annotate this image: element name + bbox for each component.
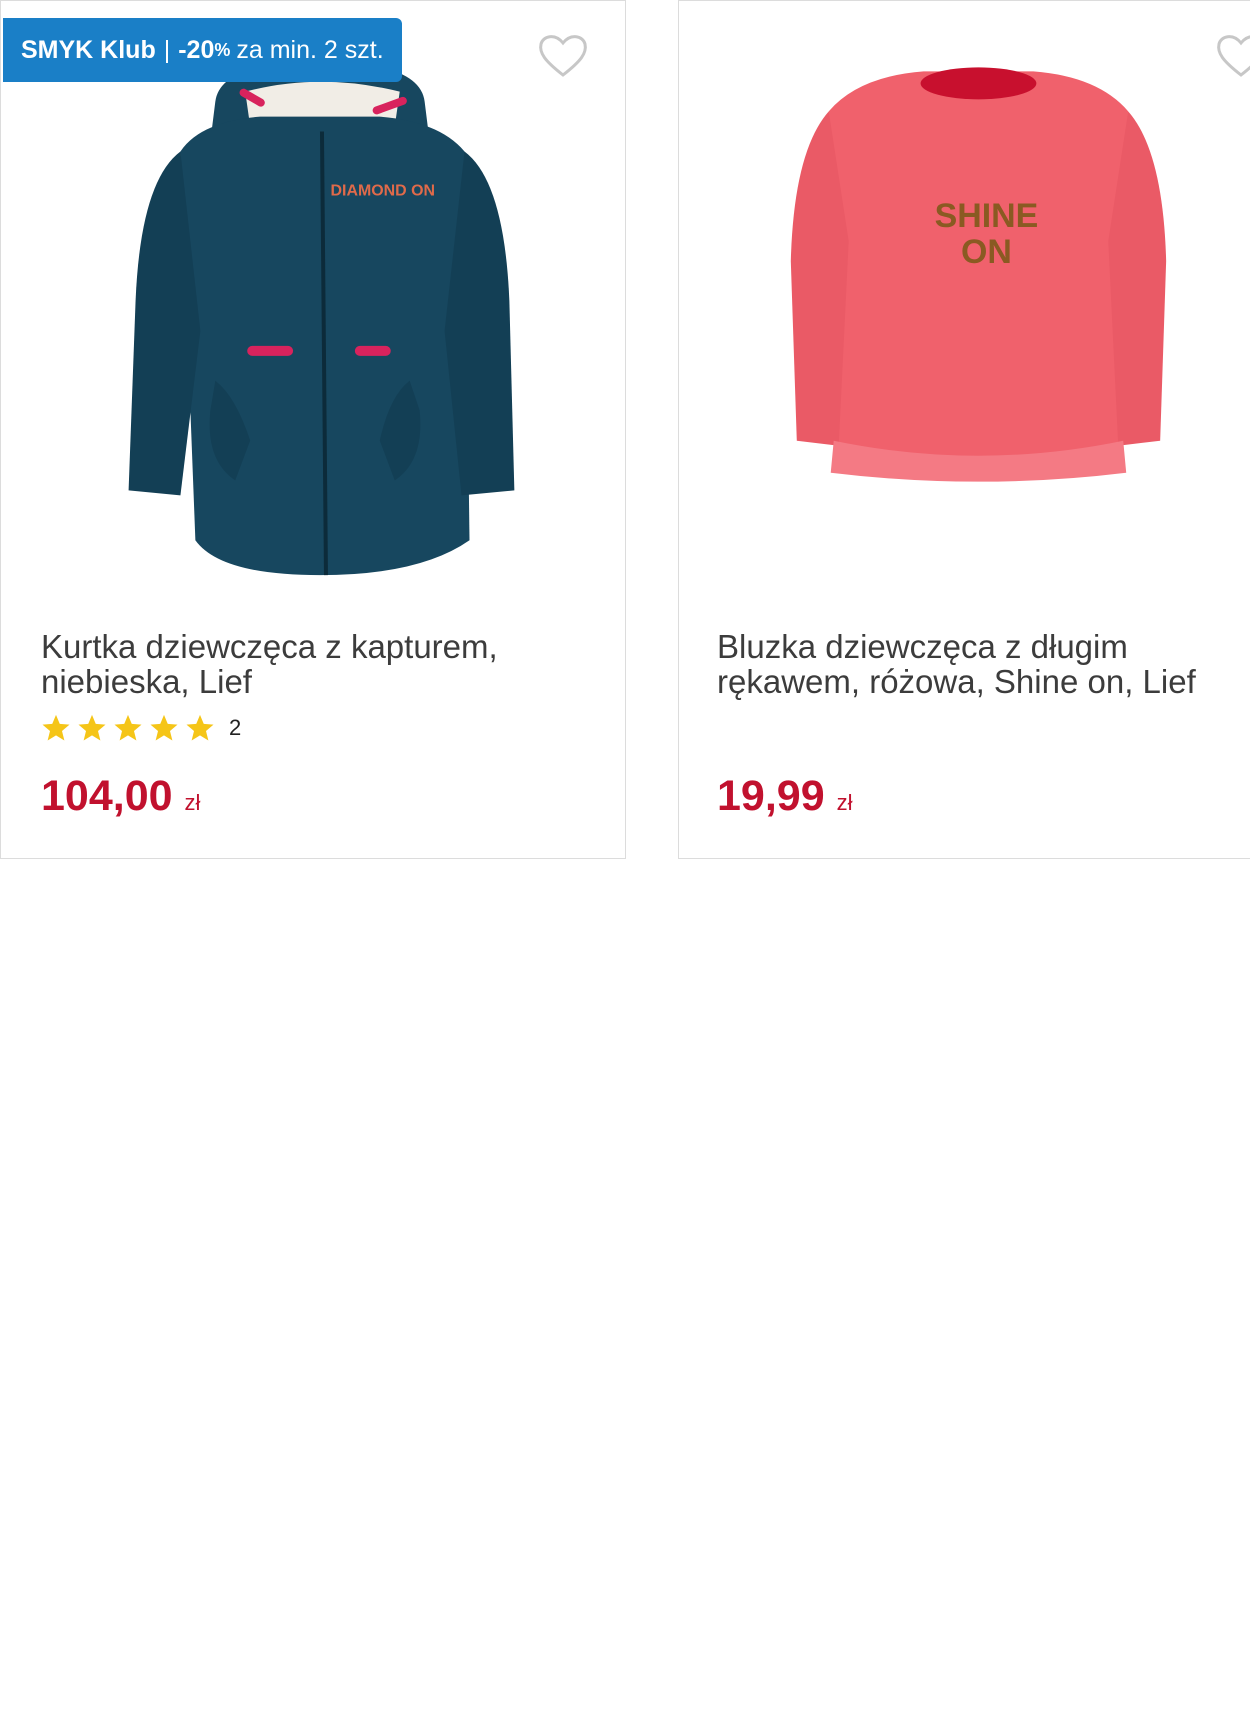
star-icon xyxy=(42,714,70,741)
jacket-print-text: DIAMOND ON xyxy=(331,182,435,199)
star-icon xyxy=(186,714,214,741)
product-image[interactable]: SHINE ON xyxy=(679,1,1250,601)
product-grid: SMYK Klub | -20 % za min. 2 szt. DIAMOND… xyxy=(0,0,1250,862)
price-currency: zł xyxy=(184,790,201,815)
product-title[interactable]: Bluzka dziewczęca z długim rękawem, różo… xyxy=(717,629,1227,699)
rating: 2 xyxy=(41,713,241,743)
heart-icon[interactable] xyxy=(1215,31,1250,79)
product-card[interactable]: SHINE ON Bluzka dziewczęca z długim ręka… xyxy=(678,0,1250,859)
star-icon xyxy=(78,714,106,741)
badge-discount: -20 xyxy=(178,35,215,64)
smyk-klub-badge: SMYK Klub | -20 % za min. 2 szt. xyxy=(3,18,402,82)
badge-condition: za min. 2 szt. xyxy=(236,35,384,64)
product-image[interactable]: DIAMOND ON xyxy=(1,1,625,601)
badge-separator: | xyxy=(163,35,171,64)
star-icon xyxy=(114,714,142,741)
shirt-print-line1: SHINE xyxy=(935,197,1039,235)
price-currency: zł xyxy=(836,790,853,815)
product-price: 104,00 zł xyxy=(41,771,200,828)
price-value: 19,99 xyxy=(717,772,825,820)
shirt-print-line2: ON xyxy=(961,233,1012,271)
price-value: 104,00 xyxy=(41,772,173,820)
badge-brand: SMYK Klub xyxy=(21,35,156,64)
rating-count: 2 xyxy=(229,715,242,740)
product-price: 19,99 zł xyxy=(717,771,853,828)
product-card[interactable]: SMYK Klub | -20 % za min. 2 szt. DIAMOND… xyxy=(0,0,626,859)
badge-percent: % xyxy=(214,39,231,60)
star-icon xyxy=(150,714,178,741)
heart-icon[interactable] xyxy=(537,31,589,79)
product-title[interactable]: Kurtka dziewczęca z kapturem, niebieska,… xyxy=(41,629,561,699)
